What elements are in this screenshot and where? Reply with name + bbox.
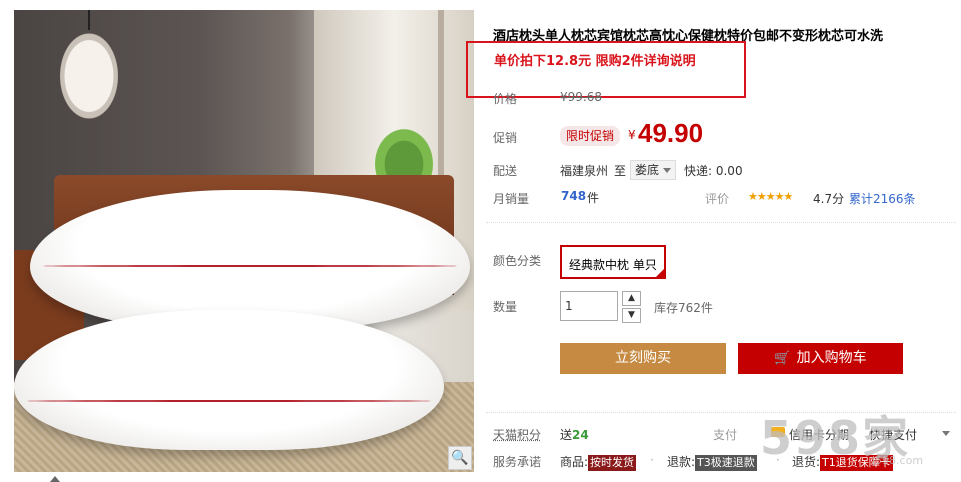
- points-number: 24: [572, 428, 589, 442]
- cart-icon: 🛒: [774, 351, 791, 366]
- shipping-fee: 快递: 0.00: [684, 164, 743, 178]
- product-main-image[interactable]: 🔍: [14, 10, 474, 472]
- service-goods-badge: 按时发货: [588, 455, 637, 471]
- promo-label: 促销: [493, 131, 518, 145]
- shipping-label: 配送: [493, 164, 518, 178]
- payment-label: 支付: [713, 428, 738, 442]
- promo-note: 单价拍下12.8元 限购2件详询说明: [494, 54, 696, 69]
- add-to-cart-button[interactable]: 🛒 加入购物车: [738, 343, 903, 374]
- pillow-seam: [26, 400, 432, 402]
- shipping-from: 福建泉州: [560, 164, 609, 178]
- sku-label: 颜色分类: [493, 254, 542, 268]
- quantity-label: 数量: [493, 300, 518, 314]
- quantity-input[interactable]: [560, 291, 618, 321]
- shipping-to-word: 至: [614, 164, 627, 178]
- destination-select[interactable]: 娄底: [630, 160, 677, 180]
- site-watermark: 598家 j598.com: [760, 402, 960, 477]
- monthly-sales-unit: 件: [587, 191, 600, 205]
- rating-score: 4.7分: [813, 192, 845, 206]
- service-goods-label: 商品:: [560, 455, 589, 469]
- add-to-cart-label: 加入购物车: [796, 350, 867, 366]
- quantity-increase-button[interactable]: ▲: [622, 291, 641, 306]
- pillow-seam: [43, 265, 457, 267]
- monthly-sales-count: 748: [561, 189, 587, 203]
- image-pillow-top: [30, 190, 470, 330]
- service-refund-badge: T3极速退款: [695, 455, 757, 471]
- separator-dot: ·: [650, 453, 654, 467]
- sku-option-selected[interactable]: 经典款中枕 单只: [560, 245, 666, 279]
- points-prefix: 送: [560, 428, 573, 442]
- service-label: 服务承诺: [493, 455, 542, 469]
- stock-text: 库存762件: [654, 301, 713, 315]
- watermark-url: j598.com: [872, 454, 924, 467]
- monthly-sales-label: 月销量: [493, 192, 530, 206]
- destination-value: 娄底: [635, 163, 660, 177]
- review-count-link[interactable]: 累计2166条: [849, 190, 916, 207]
- quantity-decrease-button[interactable]: ▼: [622, 308, 641, 323]
- points-value: 送24: [560, 426, 589, 443]
- service-refund-label: 退款:: [667, 455, 696, 469]
- current-price: 49.90: [638, 118, 704, 148]
- promo-tag-badge: 限时促销: [560, 126, 621, 146]
- currency-symbol: ¥: [628, 128, 636, 142]
- chevron-down-icon: [663, 168, 672, 173]
- service-goods[interactable]: 商品: 按时发货: [560, 453, 637, 471]
- original-price: ¥99.68: [560, 90, 602, 104]
- rating-stars-icon: ★★★★★: [748, 190, 793, 203]
- image-chandelier: [44, 10, 134, 130]
- buy-now-button[interactable]: 立刻购买: [560, 343, 726, 374]
- divider: [486, 222, 956, 223]
- rating-label: 评价: [705, 192, 730, 206]
- price-label: 价格: [493, 92, 518, 106]
- image-pillow-bottom: [14, 310, 444, 450]
- thumbnail-arrow-icon[interactable]: [50, 474, 60, 482]
- tmall-points-label[interactable]: 天猫积分: [493, 426, 541, 443]
- service-refund[interactable]: 退款: T3极速退款: [667, 453, 757, 471]
- zoom-magnifier-icon[interactable]: 🔍: [448, 446, 472, 470]
